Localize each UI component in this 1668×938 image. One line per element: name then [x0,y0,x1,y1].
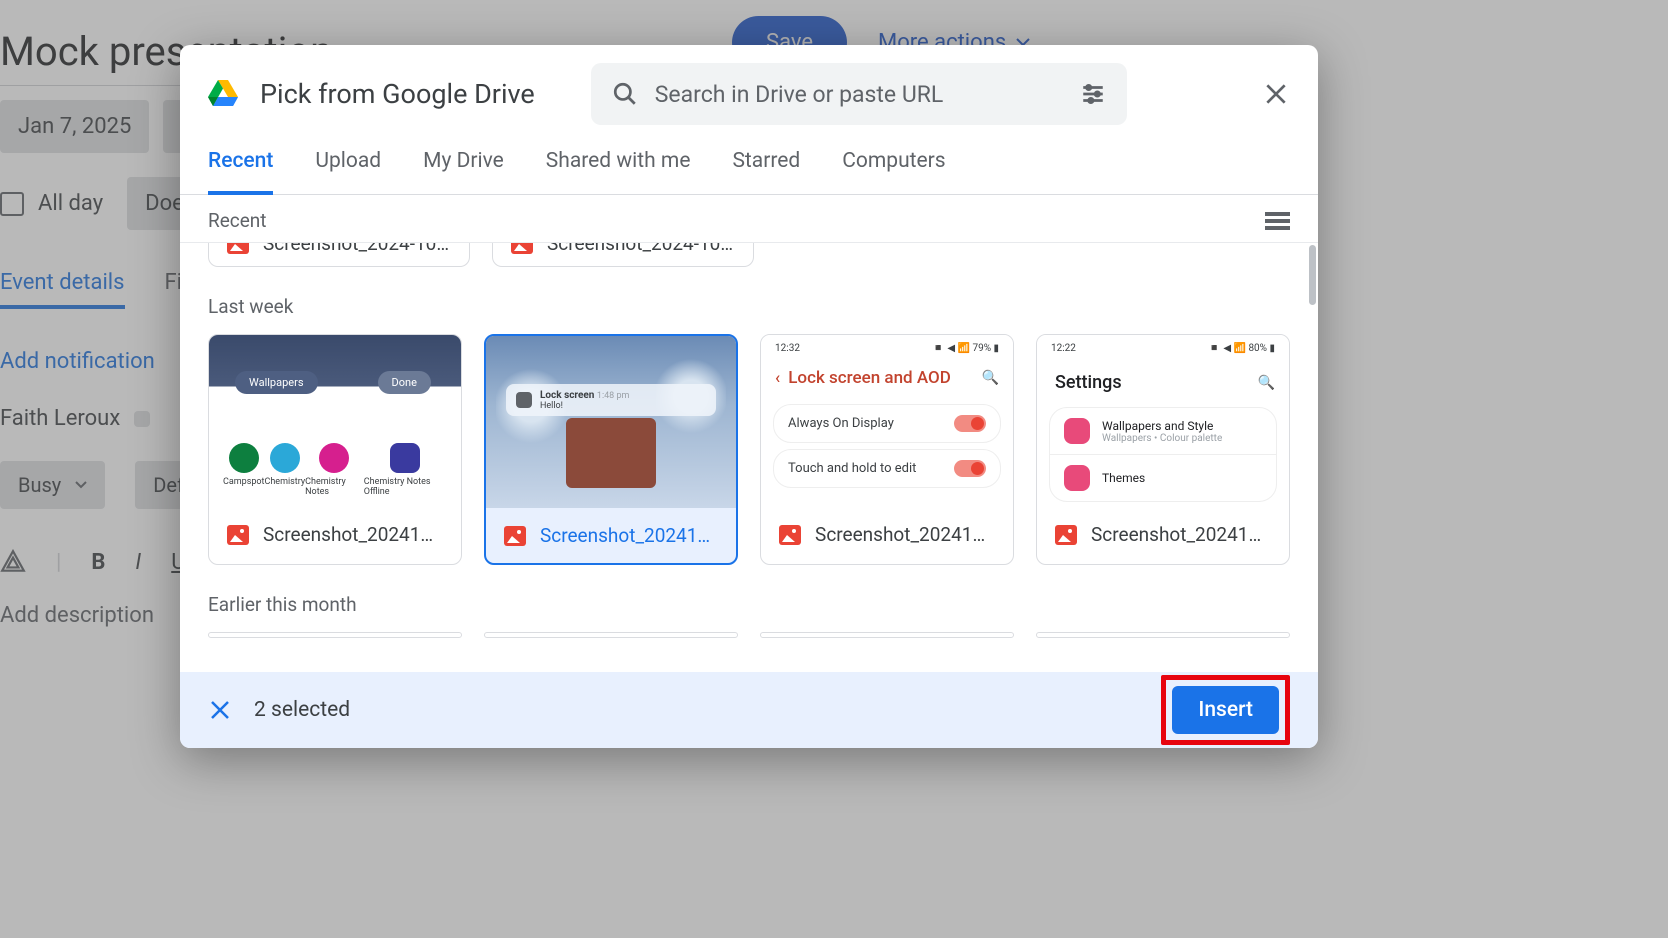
file-grid: Wallpapers Done Campspot Chemistry Chemi… [208,334,1290,565]
content-subheader: Recent [180,195,1318,242]
thumbnail: 12:32◾ ◀ 📶 79% ▮ ‹ Lock screen and AOD 🔍… [761,335,1013,507]
file-name: Screenshot_2024-10-… [263,242,451,255]
tab-recent[interactable]: Recent [208,149,273,195]
insert-button[interactable]: Insert [1172,686,1279,734]
file-card[interactable] [1036,632,1290,638]
file-name: Screenshot_202410 1… [1091,523,1271,546]
selection-count: 2 selected [254,698,350,722]
clear-selection-button[interactable] [208,698,232,722]
picker-tabs: Recent Upload My Drive Shared with me St… [180,125,1318,195]
tab-computers[interactable]: Computers [842,149,945,194]
google-drive-logo-icon [208,80,238,108]
image-file-icon [227,525,249,545]
file-card[interactable]: Wallpapers Done Campspot Chemistry Chemi… [208,334,462,565]
file-card[interactable]: 12:22◾ ◀ 📶 80% ▮ Settings🔍 Wallpapers an… [1036,334,1290,565]
tab-starred[interactable]: Starred [732,149,800,194]
selection-footer: 2 selected Insert [180,672,1318,748]
section-last-week: Last week [208,295,1290,318]
thumbnail: Wallpapers Done Campspot Chemistry Chemi… [209,335,461,507]
file-name: Screenshot_202410 1… [815,523,995,546]
drive-picker-modal: Pick from Google Drive Recent Upload My … [180,45,1318,748]
close-button[interactable] [1262,80,1290,108]
section-earlier: Earlier this month [208,593,1290,616]
insert-button-highlight: Insert [1161,675,1290,745]
search-input[interactable] [655,81,1063,108]
search-box[interactable] [591,63,1127,125]
image-file-icon [779,525,801,545]
modal-header: Pick from Google Drive [180,45,1318,125]
scrollbar-thumb[interactable] [1309,245,1316,305]
thumbnail: Lock screen 1:48 pm Hello! [486,336,736,508]
file-content-area[interactable]: Screenshot_2024-10-… Screenshot_2024-10-… [180,242,1318,672]
thumbnail: 12:22◾ ◀ 📶 80% ▮ Settings🔍 Wallpapers an… [1037,335,1289,507]
file-name: Screenshot_202410 1… [540,524,718,547]
file-name: Screenshot_2024-10-… [547,242,735,255]
image-file-icon [227,242,249,254]
file-card[interactable] [484,632,738,638]
tab-upload[interactable]: Upload [315,149,381,194]
file-card[interactable]: 12:32◾ ◀ 📶 79% ▮ ‹ Lock screen and AOD 🔍… [760,334,1014,565]
search-icon[interactable] [611,80,639,108]
image-file-icon [511,242,533,254]
file-card-selected[interactable]: Lock screen 1:48 pm Hello! Screenshot_20… [484,334,738,565]
image-file-icon [1055,525,1077,545]
file-card[interactable]: Screenshot_2024-10-… [492,242,754,267]
file-card[interactable]: Screenshot_2024-10-… [208,242,470,267]
modal-title: Pick from Google Drive [260,78,535,110]
search-options-icon[interactable] [1079,80,1107,108]
image-file-icon [504,526,526,546]
file-name: Screenshot_202410 1… [263,523,443,546]
file-card[interactable] [760,632,1014,638]
section-label-recent: Recent [208,209,267,232]
list-view-toggle-icon[interactable] [1265,212,1290,230]
file-card[interactable] [208,632,462,638]
tab-shared[interactable]: Shared with me [546,149,691,194]
tab-my-drive[interactable]: My Drive [423,149,504,194]
